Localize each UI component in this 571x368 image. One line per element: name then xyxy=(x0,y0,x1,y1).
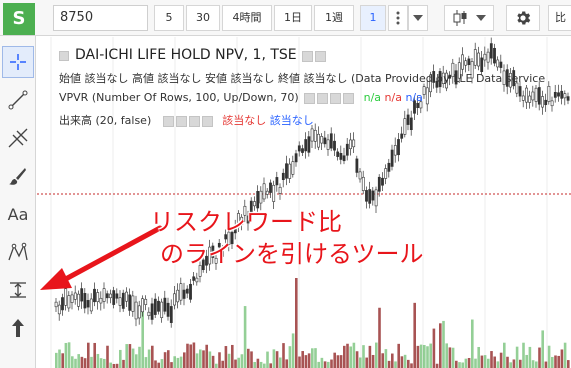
annotation-arrow xyxy=(40,225,163,290)
trading-app: S 8750 5 30 4時間 1日 1週 1 比 Aa DAI-ICHI LI… xyxy=(0,0,571,368)
annotation-line-1: リスクレワード比 xyxy=(150,208,342,236)
annotation-line-2: のラインを引けるツール xyxy=(160,240,424,268)
